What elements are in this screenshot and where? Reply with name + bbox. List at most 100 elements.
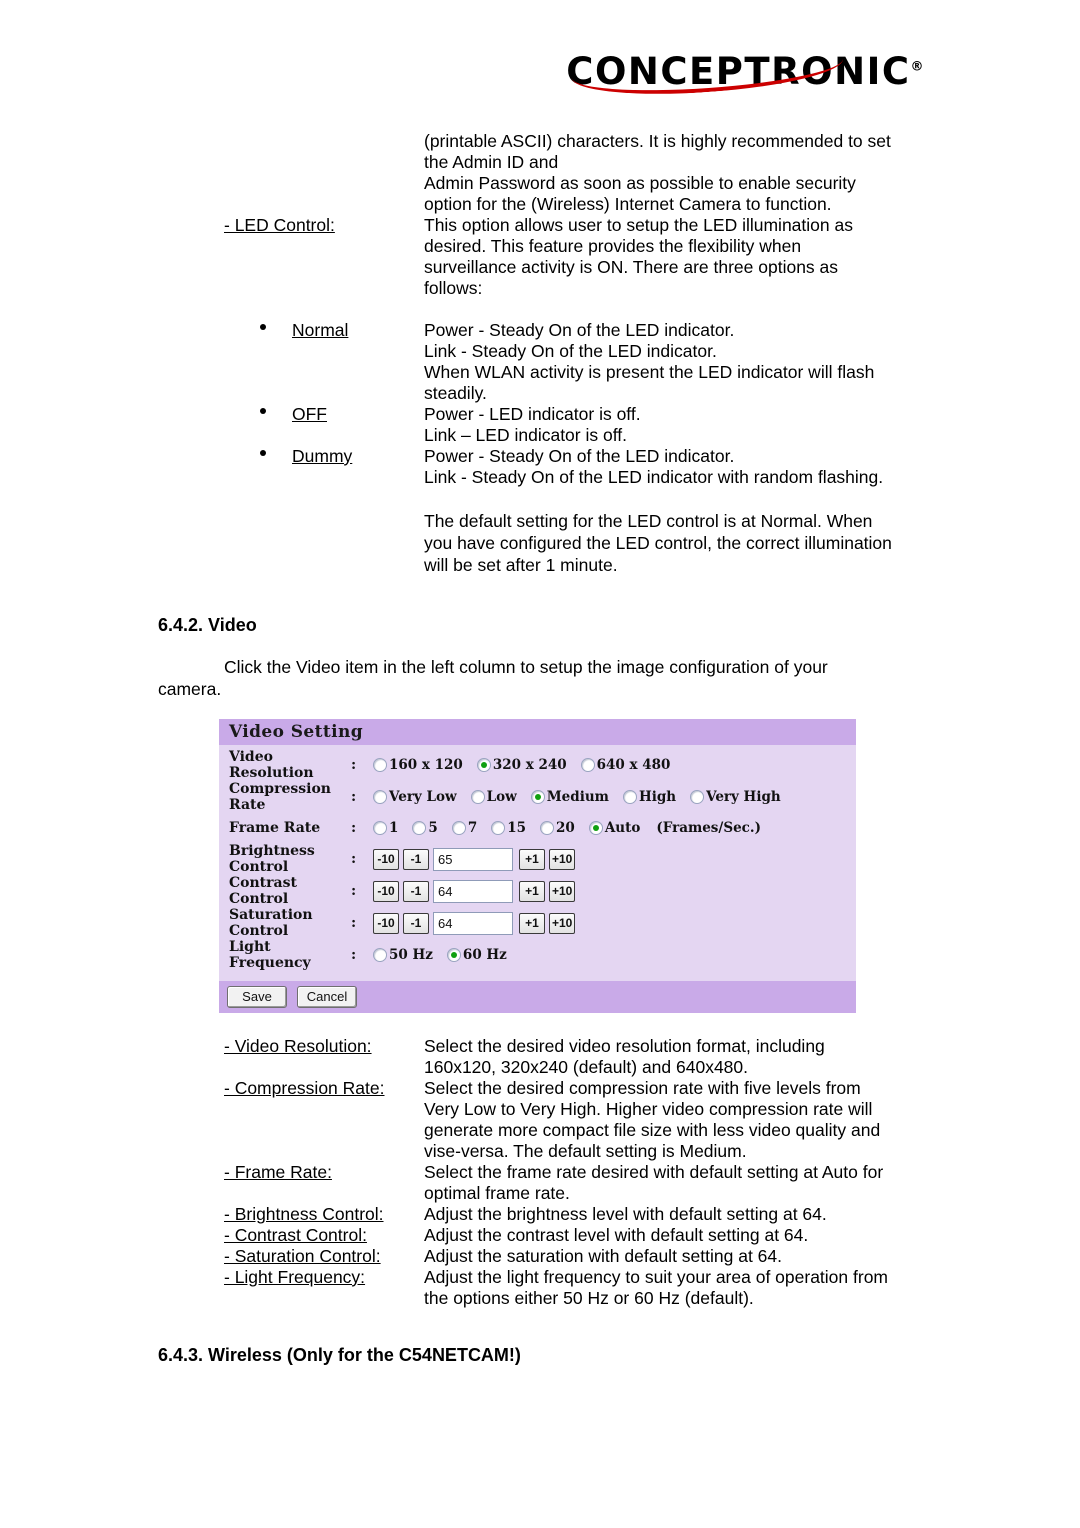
fields-video-resolution: 160 x 120 320 x 240 640 x 480 [373,757,856,773]
contrast-value-input[interactable]: 64 [433,879,513,903]
radio-icon-selected[interactable] [446,948,461,962]
brightness-plus-1-button[interactable]: +1 [519,848,545,870]
radio-option-medium[interactable]: Medium [530,789,609,805]
colon: : [351,947,357,963]
radio-icon[interactable] [690,790,705,804]
radio-option-640x480[interactable]: 640 x 480 [580,757,670,773]
radio-label: Very High [706,789,781,805]
desc-line: 160x120, 320x240 (default) and 640x480. [424,1057,749,1077]
radio-icon[interactable] [491,821,506,835]
desc-line: generate more compact file size with les… [424,1120,881,1140]
intro-text: (printable ASCII) characters. It is high… [424,131,924,215]
page-header: CONCEPTRONIC® [0,42,1080,102]
frame-rate-units: (Frames/Sec.) [656,820,761,836]
video-section-intro: Click the Video item in the left column … [158,656,918,700]
radio-option-fps-auto[interactable]: Auto [588,820,640,836]
radio-label: High [638,789,677,805]
led-control-line: This option allows user to setup the LED… [424,215,853,235]
intro-line: Admin Password as soon as possible to en… [424,173,856,193]
desc-text: Adjust the light frequency to suit your … [424,1267,924,1309]
radio-option-fps-7[interactable]: 7 [451,820,478,836]
video-intro-line: camera. [158,679,222,699]
radio-icon[interactable] [470,790,485,804]
desc-line: Adjust the light frequency to suit your … [424,1267,889,1287]
radio-icon[interactable] [373,948,387,962]
row-brightness-control: Brightness Control : -10 -1 65 +1 +10 [219,843,856,875]
saturation-plus-10-button[interactable]: +10 [549,912,576,934]
desc-line: Adjust the brightness level with default… [424,1204,827,1224]
colon: : [351,851,357,867]
radio-option-fps-20[interactable]: 20 [540,820,575,836]
brightness-value-input[interactable]: 65 [433,847,513,871]
desc-text: Select the desired compression rate with… [424,1078,924,1162]
colon: : [351,789,357,805]
colon: : [351,915,357,931]
radio-option-fps-15[interactable]: 15 [491,820,526,836]
radio-icon[interactable] [412,821,427,835]
contrast-minus-10-button[interactable]: -10 [373,880,399,902]
desc-label: - Compression Rate: [224,1078,385,1098]
radio-icon[interactable] [373,790,387,804]
radio-option-60hz[interactable]: 60 Hz [446,947,507,963]
desc-text: Select the desired video resolution form… [424,1036,924,1078]
saturation-value-input[interactable]: 64 [433,911,513,935]
row-contrast-control: Contrast Control : -10 -1 64 +1 +10 [219,875,856,907]
led-control-line: surveillance activity is ON. There are t… [424,257,839,277]
save-button[interactable]: Save [227,986,287,1008]
row-video-resolution: Video Resolution : 160 x 120 320 x 240 6… [219,749,856,781]
radio-option-very-low[interactable]: Very Low [373,789,457,805]
desc-label: - Contrast Control: [224,1225,367,1245]
radio-icon-selected[interactable] [588,821,603,835]
radio-option-fps-1[interactable]: 1 [373,820,398,836]
contrast-plus-1-button[interactable]: +1 [519,880,545,902]
saturation-minus-1-button[interactable]: -1 [403,912,429,934]
brightness-plus-10-button[interactable]: +10 [549,848,576,870]
radio-option-50hz[interactable]: 50 Hz [373,947,433,963]
video-setting-panel: Video Setting Video Resolution : 160 x 1… [219,719,856,1013]
brightness-minus-10-button[interactable]: -10 [373,848,399,870]
saturation-stepper: -10 -1 64 +1 +10 [373,911,579,935]
row-light-frequency: Light Frequency : 50 Hz 60 Hz [219,939,856,971]
radio-icon[interactable] [373,758,387,772]
radio-option-low[interactable]: Low [470,789,517,805]
led-default-line: The default setting for the LED control … [424,511,873,531]
radio-option-fps-5[interactable]: 5 [412,820,438,836]
led-option-name: OFF [292,404,327,424]
radio-icon[interactable] [622,790,637,804]
radio-icon[interactable] [451,821,466,835]
radio-label: 320 x 240 [492,757,567,773]
saturation-minus-10-button[interactable]: -10 [373,912,399,934]
led-control-line: follows: [424,278,483,298]
radio-icon[interactable] [580,758,595,772]
desc-label: - Video Resolution: [224,1036,372,1056]
radio-option-160x120[interactable]: 160 x 120 [373,757,463,773]
radio-label: Medium [546,789,609,805]
radio-label: 1 [389,820,399,836]
contrast-plus-10-button[interactable]: +10 [549,880,576,902]
contrast-minus-1-button[interactable]: -1 [403,880,429,902]
label-contrast-control: Contrast Control [229,875,297,907]
radio-option-very-high[interactable]: Very High [690,789,781,805]
radio-icon-selected[interactable] [476,758,491,772]
radio-option-320x240[interactable]: 320 x 240 [476,757,567,773]
radio-option-high[interactable]: High [622,789,677,805]
intro-line: the Admin ID and [424,152,559,172]
radio-icon[interactable] [373,821,387,835]
radio-label: Low [486,789,517,805]
radio-label: 7 [467,820,478,836]
brightness-minus-1-button[interactable]: -1 [403,848,429,870]
led-option-line: steadily. [424,383,487,403]
panel-footer: Save Cancel [219,981,856,1013]
saturation-plus-1-button[interactable]: +1 [519,912,545,934]
radio-icon[interactable] [540,821,555,835]
cancel-button[interactable]: Cancel [297,986,357,1008]
fields-contrast-control: -10 -1 64 +1 +10 [373,879,856,903]
video-intro-line: Click the Video item in the left column … [224,657,828,677]
radio-icon-selected[interactable] [530,790,545,804]
radio-label: 50 Hz [389,947,433,963]
desc-line: Select the desired compression rate with… [424,1078,861,1098]
colon: : [351,820,357,836]
fields-compression-rate: Very Low Low Medium High Very High [373,789,856,805]
panel-body: Video Resolution : 160 x 120 320 x 240 6… [219,745,856,981]
panel-title: Video Setting [219,719,856,745]
